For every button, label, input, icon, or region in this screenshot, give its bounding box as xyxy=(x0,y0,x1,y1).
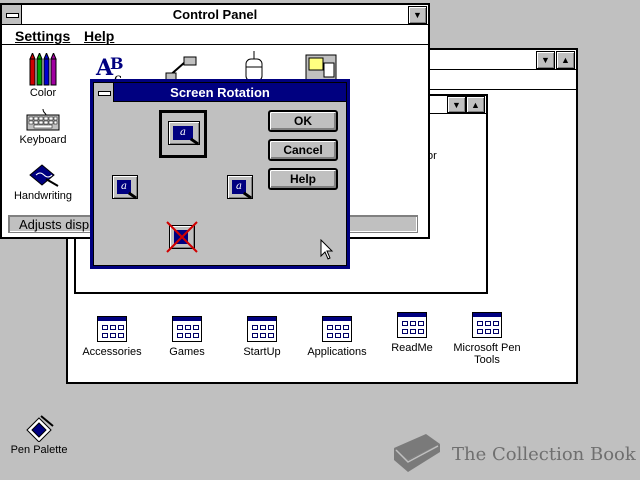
screen-rotation-dialog: Screen Rotation a a a OK Cancel Help xyxy=(90,79,350,269)
minimize-button[interactable]: ▼ xyxy=(536,51,555,69)
system-menu-button[interactable] xyxy=(2,5,22,24)
color-icon xyxy=(29,53,57,86)
rotation-0-icon: a xyxy=(168,121,200,146)
group-accessories[interactable]: Accessories xyxy=(77,316,147,358)
dialog-system-menu-button[interactable] xyxy=(94,83,114,102)
group-games[interactable]: Games xyxy=(152,316,222,358)
group-label: Accessories xyxy=(82,346,142,358)
keyboard-icon xyxy=(26,109,60,131)
rotation-option-90[interactable]: a xyxy=(227,175,253,200)
group-startup[interactable]: StartUp xyxy=(227,316,297,358)
program-group-icon xyxy=(472,312,502,338)
group-microsoft-pen-tools[interactable]: Microsoft Pen Tools xyxy=(447,312,527,366)
group-readme[interactable]: ReadMe xyxy=(377,312,447,354)
unavailable-x-icon xyxy=(166,221,198,253)
color-applet[interactable]: Color xyxy=(8,53,78,99)
menu-settings[interactable]: Settings xyxy=(15,28,70,44)
collection-book-watermark: The Collection Book xyxy=(388,430,638,478)
group-minimize-button[interactable]: ▼ xyxy=(447,96,466,113)
menu-help[interactable]: Help xyxy=(84,28,114,44)
rotation-option-270[interactable]: a xyxy=(112,175,138,200)
watermark-text: The Collection Book xyxy=(452,444,636,465)
keyboard-applet[interactable]: Keyboard xyxy=(8,109,78,146)
group-maximize-button[interactable]: ▲ xyxy=(466,96,485,113)
minimize-button[interactable]: ▼ xyxy=(408,6,427,24)
program-group-icon xyxy=(247,316,277,342)
rotation-option-180-disabled xyxy=(166,221,198,253)
program-group-icon xyxy=(172,316,202,342)
maximize-button[interactable]: ▲ xyxy=(556,51,575,69)
pen-palette-desktop-icon[interactable]: Pen Palette xyxy=(4,414,74,456)
group-label: Microsoft Pen Tools xyxy=(453,342,521,366)
handwriting-icon xyxy=(29,164,59,187)
group-label: Games xyxy=(169,346,205,358)
window-title: Control Panel xyxy=(172,7,258,22)
mouse-cursor-icon xyxy=(320,239,334,260)
program-group-icon xyxy=(97,316,127,342)
icon-label: Color xyxy=(29,87,57,99)
program-group-icon xyxy=(397,312,427,338)
dialog-titlebar[interactable]: Screen Rotation xyxy=(94,83,346,102)
program-group-icon xyxy=(322,316,352,342)
ok-button[interactable]: OK xyxy=(268,110,338,132)
group-label: StartUp xyxy=(243,346,281,358)
book-icon xyxy=(394,434,440,472)
menu-bar: Settings Help xyxy=(2,25,428,45)
icon-label: Keyboard xyxy=(19,134,67,146)
status-text: Adjusts disp xyxy=(19,217,90,232)
cancel-button[interactable]: Cancel xyxy=(268,139,338,161)
pen-palette-icon xyxy=(26,415,54,442)
handwriting-applet[interactable]: Handwriting xyxy=(8,161,78,202)
control-panel-titlebar[interactable]: Control Panel xyxy=(2,5,428,25)
help-button[interactable]: Help xyxy=(268,168,338,190)
dialog-title: Screen Rotation xyxy=(170,85,270,100)
pen-palette-label: Pen Palette xyxy=(10,444,68,456)
group-applications[interactable]: Applications xyxy=(302,316,372,358)
dialog-frame: Screen Rotation a a a OK Cancel Help xyxy=(93,82,347,266)
group-label: ReadMe xyxy=(391,342,433,354)
rotation-option-0-selected[interactable]: a xyxy=(159,110,207,158)
group-label: Applications xyxy=(307,346,367,358)
icon-label: Handwriting xyxy=(13,190,73,202)
